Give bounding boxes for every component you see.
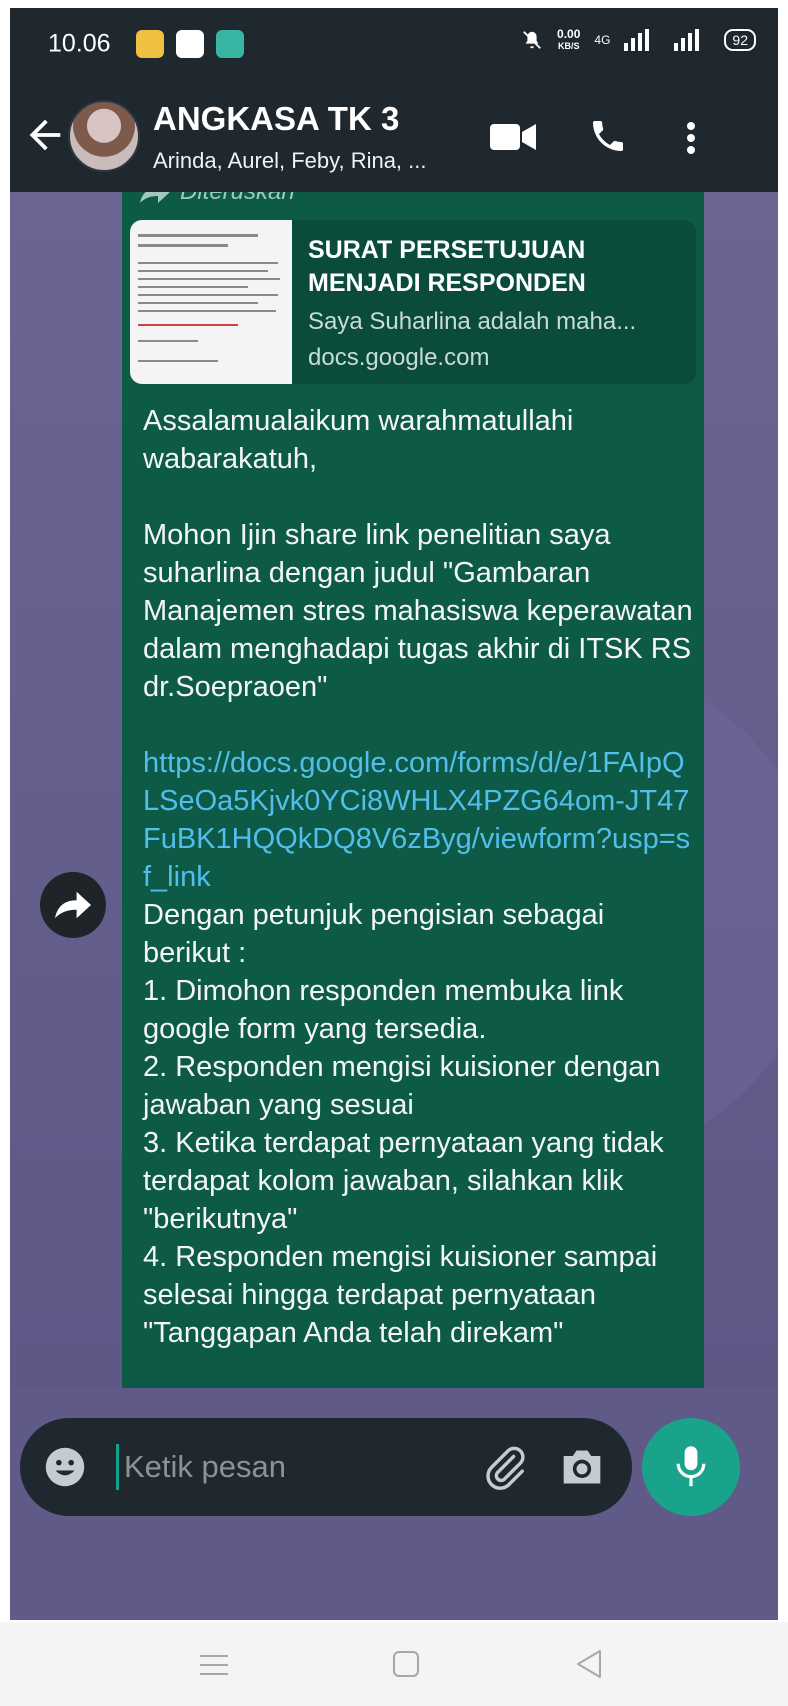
mic-icon (676, 1446, 706, 1487)
home-icon[interactable] (392, 1650, 420, 1678)
video-call-icon[interactable] (490, 122, 536, 152)
forwarded-icon (140, 192, 170, 203)
system-navbar (0, 1622, 788, 1706)
message-body-instructions: Dengan petunjuk pengisian sebagai beriku… (143, 899, 664, 1349)
preview-description: Saya Suharlina adalah maha... (308, 308, 637, 335)
app-notification-icon (136, 30, 164, 58)
chat-header: ANGKASA TK 3 Arinda, Aurel, Feby, Rina, … (10, 78, 778, 192)
phone-icon[interactable] (588, 116, 628, 156)
attach-icon[interactable] (482, 1444, 528, 1490)
camera-icon[interactable] (560, 1446, 604, 1488)
mic-button[interactable] (642, 1418, 740, 1516)
phone-screen: 10.06 0.00 KB/S 4G 92 ANGKASA TK 3 Arind… (10, 8, 778, 1620)
link-preview[interactable]: SURAT PERSETUJUAN MENJADI RESPONDEN Saya… (130, 220, 696, 384)
recents-icon[interactable] (200, 1654, 228, 1676)
group-avatar[interactable] (68, 100, 140, 172)
battery-indicator: 92 (724, 29, 756, 51)
emoji-icon[interactable] (44, 1446, 86, 1488)
text-cursor (116, 1444, 119, 1490)
status-bar: 10.06 0.00 KB/S 4G 92 (10, 8, 778, 78)
assistant-notification-icon (216, 30, 244, 58)
back-triangle-icon[interactable] (574, 1648, 604, 1680)
forwarded-indicator: Diteruskan (140, 192, 295, 206)
message-text: Assalamualaikum warahmatullahi wabarakat… (143, 402, 695, 1352)
composer-row (10, 1388, 778, 1620)
more-vert-icon[interactable] (676, 118, 706, 158)
status-indicators: 0.00 KB/S 4G 92 (521, 28, 756, 52)
signal-icon (624, 29, 650, 51)
preview-thumbnail (130, 220, 292, 384)
preview-title: SURAT PERSETUJUAN MENJADI RESPONDEN (308, 236, 586, 297)
back-arrow-icon[interactable] (22, 112, 68, 158)
message-input[interactable] (124, 1438, 444, 1496)
chat-area[interactable]: Diteruskan SURAT PERSETUJUA (10, 192, 778, 1388)
notification-icons (136, 30, 244, 58)
composer (20, 1418, 632, 1516)
message-bubble[interactable]: Diteruskan SURAT PERSETUJUA (122, 192, 704, 1388)
sim-notification-icon (176, 30, 204, 58)
message-link[interactable]: https://docs.google.com/forms/d/e/1FAIpQ… (143, 747, 690, 893)
signal-icon-2 (674, 29, 700, 51)
network-type: 4G (594, 33, 611, 47)
forward-button[interactable] (40, 872, 106, 938)
message-body-intro: Assalamualaikum warahmatullahi wabarakat… (143, 405, 693, 703)
mute-icon (523, 31, 541, 49)
chat-title[interactable]: ANGKASA TK 3 (153, 100, 399, 138)
status-time: 10.06 (48, 29, 111, 58)
forward-icon (55, 891, 91, 919)
net-speed-unit: KB/S (557, 41, 580, 51)
net-speed: 0.00 KB/S (557, 28, 580, 52)
preview-domain: docs.google.com (308, 344, 490, 371)
chat-members[interactable]: Arinda, Aurel, Feby, Rina, ... (153, 148, 427, 174)
net-speed-value: 0.00 (557, 27, 581, 41)
forwarded-label: Diteruskan (180, 192, 295, 206)
